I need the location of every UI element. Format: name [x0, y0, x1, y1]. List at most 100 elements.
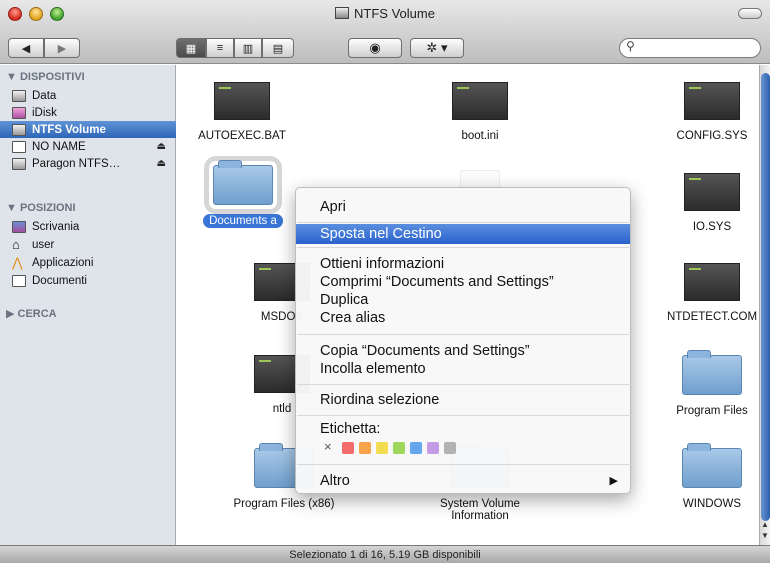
vertical-scrollbar[interactable]: ▲ ▼: [759, 65, 770, 545]
folder-icon: [204, 156, 282, 214]
scroll-down-icon[interactable]: ▼: [761, 531, 769, 540]
file-item-selected[interactable]: Documents a: [194, 156, 292, 228]
sidebar-item-label: Data: [32, 89, 57, 102]
menu-item-label: Etichetta:: [320, 421, 381, 437]
sidebar-item-no-name[interactable]: NO NAME ⏏: [0, 138, 176, 155]
label-none-icon[interactable]: ×: [324, 439, 332, 454]
devices-header[interactable]: ▼ DISPOSITIVI: [6, 71, 85, 83]
coverflow-view-icon: ▤: [272, 42, 284, 55]
file-name: WINDOWS: [682, 498, 742, 510]
forward-button[interactable]: ▶: [44, 38, 80, 58]
file-icon: [452, 82, 508, 120]
back-button[interactable]: ◀: [8, 38, 44, 58]
file-name: AUTOEXEC.BAT: [198, 130, 286, 142]
action-button[interactable]: ✲ ▾: [410, 38, 464, 58]
idisk-icon: [12, 106, 26, 119]
applications-icon: ⋀: [12, 254, 23, 270]
search-input[interactable]: ⚲: [619, 38, 761, 58]
search-icon: ⚲: [626, 39, 635, 53]
window-title-text: NTFS Volume: [354, 6, 435, 21]
context-menu: Apri Sposta nel Cestino Ottieni informaz…: [295, 187, 631, 494]
file-name: System Volume Information: [440, 498, 520, 522]
menu-separator: [297, 247, 631, 248]
menu-item-get-info[interactable]: Ottieni informazioni: [296, 254, 630, 274]
sidebar-item-label: Paragon NTFS…: [32, 157, 121, 170]
file-name: IO.SYS: [692, 221, 732, 233]
disk-image-icon: [12, 157, 26, 170]
file-item[interactable]: boot.ini: [415, 82, 545, 142]
menu-item-more-label: Altro: [320, 473, 350, 489]
finder-window: NTFS Volume ◀ ▶ ▦ ≡ ▥ ▤ ◉ ✲ ▾ ⚲ ▼ DISPOS…: [0, 0, 770, 563]
file-name: Program Files (x86): [233, 498, 335, 510]
sidebar-item-user[interactable]: ⌂ user: [0, 236, 176, 253]
column-view-icon: ▥: [242, 42, 254, 55]
label-red-swatch[interactable]: [342, 442, 354, 454]
menu-item-arrange[interactable]: Riordina selezione: [296, 390, 630, 410]
file-item[interactable]: AUTOEXEC.BAT: [177, 82, 307, 142]
file-item[interactable]: Program Files: [647, 350, 770, 417]
quicklook-button[interactable]: ◉: [348, 38, 402, 58]
label-blue-swatch[interactable]: [410, 442, 422, 454]
menu-item-more[interactable]: Altro ▶: [296, 471, 630, 491]
sidebar-item-ntfs-volume[interactable]: NTFS Volume: [0, 121, 176, 138]
sidebar-item-applicazioni[interactable]: ⋀ Applicazioni: [0, 254, 176, 271]
icon-view-button[interactable]: ▦: [176, 38, 206, 58]
sidebar-item-idisk[interactable]: iDisk: [0, 104, 176, 121]
sidebar-item-documenti[interactable]: Documenti: [0, 272, 176, 289]
menu-item-duplicate[interactable]: Duplica: [296, 290, 630, 310]
file-item[interactable]: NTDETECT.COM: [647, 263, 770, 323]
list-view-button[interactable]: ≡: [206, 38, 234, 58]
menu-separator: [297, 464, 631, 465]
file-item[interactable]: CONFIG.SYS: [647, 82, 770, 142]
scrollbar-thumb[interactable]: [761, 73, 770, 521]
search-header[interactable]: ▶ CERCA: [6, 307, 57, 320]
sidebar-item-label: user: [32, 238, 55, 251]
sidebar-item-scrivania[interactable]: Scrivania: [0, 218, 176, 235]
eject-icon[interactable]: ⏏: [157, 158, 166, 169]
drive-icon: [335, 7, 350, 19]
eject-icon[interactable]: ⏏: [157, 141, 166, 152]
chevron-left-icon: ◀: [21, 42, 31, 55]
file-item[interactable]: IO.SYS: [647, 173, 770, 233]
menu-item-move-to-trash[interactable]: Sposta nel Cestino: [296, 224, 630, 244]
file-icon: [684, 263, 740, 301]
menu-item-open[interactable]: Apri: [296, 197, 630, 217]
nav-buttons: ◀ ▶: [8, 38, 80, 58]
document-icon: [12, 274, 26, 287]
window-title: NTFS Volume: [0, 6, 770, 21]
sidebar: ▼ DISPOSITIVI Data iDisk NTFS Volume NO …: [0, 65, 176, 545]
scroll-up-icon[interactable]: ▲: [761, 520, 769, 529]
menu-item-copy[interactable]: Copia “Documents and Settings”: [296, 341, 630, 361]
sidebar-item-label: NO NAME: [32, 140, 86, 153]
label-color-row: ×: [318, 439, 518, 456]
file-name: ntld: [272, 403, 292, 415]
file-name: NTDETECT.COM: [666, 311, 758, 323]
menu-item-compress[interactable]: Comprimi “Documents and Settings”: [296, 272, 630, 292]
label-gray-swatch[interactable]: [444, 442, 456, 454]
places-header[interactable]: ▼ POSIZIONI: [6, 202, 76, 214]
submenu-arrow-icon: ▶: [609, 475, 618, 487]
label-orange-swatch[interactable]: [359, 442, 371, 454]
icon-view-icon: ▦: [185, 42, 197, 55]
menu-separator: [297, 415, 631, 416]
menu-item-make-alias[interactable]: Crea alias: [296, 308, 630, 328]
coverflow-view-button[interactable]: ▤: [262, 38, 294, 58]
toolbar-toggle-button[interactable]: [738, 8, 762, 19]
sidebar-item-data[interactable]: Data: [0, 87, 176, 104]
sidebar-item-label: NTFS Volume: [32, 123, 106, 136]
menu-separator: [297, 334, 631, 335]
menu-separator: [297, 384, 631, 385]
menu-item-paste[interactable]: Incolla elemento: [296, 359, 630, 379]
file-name: CONFIG.SYS: [676, 130, 748, 142]
eye-icon: ◉: [369, 40, 381, 55]
column-view-button[interactable]: ▥: [234, 38, 262, 58]
folder-icon: [682, 350, 742, 395]
sidebar-item-paragon[interactable]: Paragon NTFS… ⏏: [0, 155, 176, 172]
label-purple-swatch[interactable]: [427, 442, 439, 454]
label-yellow-swatch[interactable]: [376, 442, 388, 454]
status-bar: Selezionato 1 di 16, 5.19 GB disponibili: [0, 545, 770, 563]
file-name: Documents a: [203, 214, 283, 228]
file-item[interactable]: WINDOWS: [647, 443, 770, 510]
disk-icon: [12, 89, 26, 102]
label-green-swatch[interactable]: [393, 442, 405, 454]
